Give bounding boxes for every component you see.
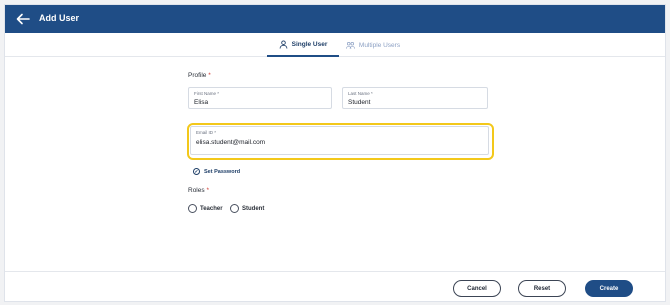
tab-multiple-users[interactable]: Multiple Users [343, 33, 403, 57]
users-group-icon [345, 41, 355, 49]
tab-multiple-users-label: Multiple Users [358, 41, 401, 49]
create-button[interactable]: Create [585, 280, 633, 297]
role-student-label: Student [242, 205, 265, 212]
role-teacher-label: Teacher [200, 205, 223, 212]
first-name-value[interactable]: Elisa [194, 99, 208, 106]
set-password-label: Set Password [204, 168, 241, 175]
back-arrow-icon[interactable] [16, 12, 30, 26]
role-option-student[interactable]: Student [230, 204, 264, 213]
roles-heading-text: Roles [188, 187, 205, 194]
top-app-bar: Add User [5, 5, 665, 33]
roles-heading: Roles * [188, 187, 209, 194]
email-value[interactable]: elisa.student@mail.com [196, 139, 265, 146]
profile-heading-text: Profile [188, 72, 207, 79]
reset-button[interactable]: Reset [518, 280, 566, 297]
tab-single-user-label: Single User [291, 40, 328, 48]
checkmark-icon: ✓ [193, 168, 200, 175]
add-user-panel: Add User Single User Multiple Users Prof… [4, 4, 666, 302]
tab-single-user[interactable]: Single User [267, 33, 339, 57]
footer-divider [5, 271, 665, 272]
radio-button-student[interactable] [230, 204, 239, 213]
last-name-label: Last Name * [348, 91, 373, 96]
first-name-label: First Name * [194, 91, 220, 96]
first-name-field[interactable]: First Name * Elisa [188, 87, 332, 109]
tab-bar: Single User Multiple Users [5, 33, 665, 57]
radio-button-teacher[interactable] [188, 204, 197, 213]
required-mark: * [206, 187, 209, 194]
cancel-button[interactable]: Cancel [453, 280, 501, 297]
user-icon [279, 39, 287, 49]
last-name-field[interactable]: Last Name * Student [342, 87, 488, 109]
last-name-value[interactable]: Student [348, 99, 370, 106]
page-title: Add User [39, 13, 80, 23]
email-label: Email ID * [196, 130, 217, 135]
email-field[interactable]: Email ID * elisa.student@mail.com [190, 126, 489, 155]
role-option-teacher[interactable]: Teacher [188, 204, 223, 213]
required-mark: * [208, 72, 211, 79]
set-password-toggle[interactable]: ✓ Set Password [193, 168, 240, 175]
profile-heading: Profile * [188, 72, 211, 79]
